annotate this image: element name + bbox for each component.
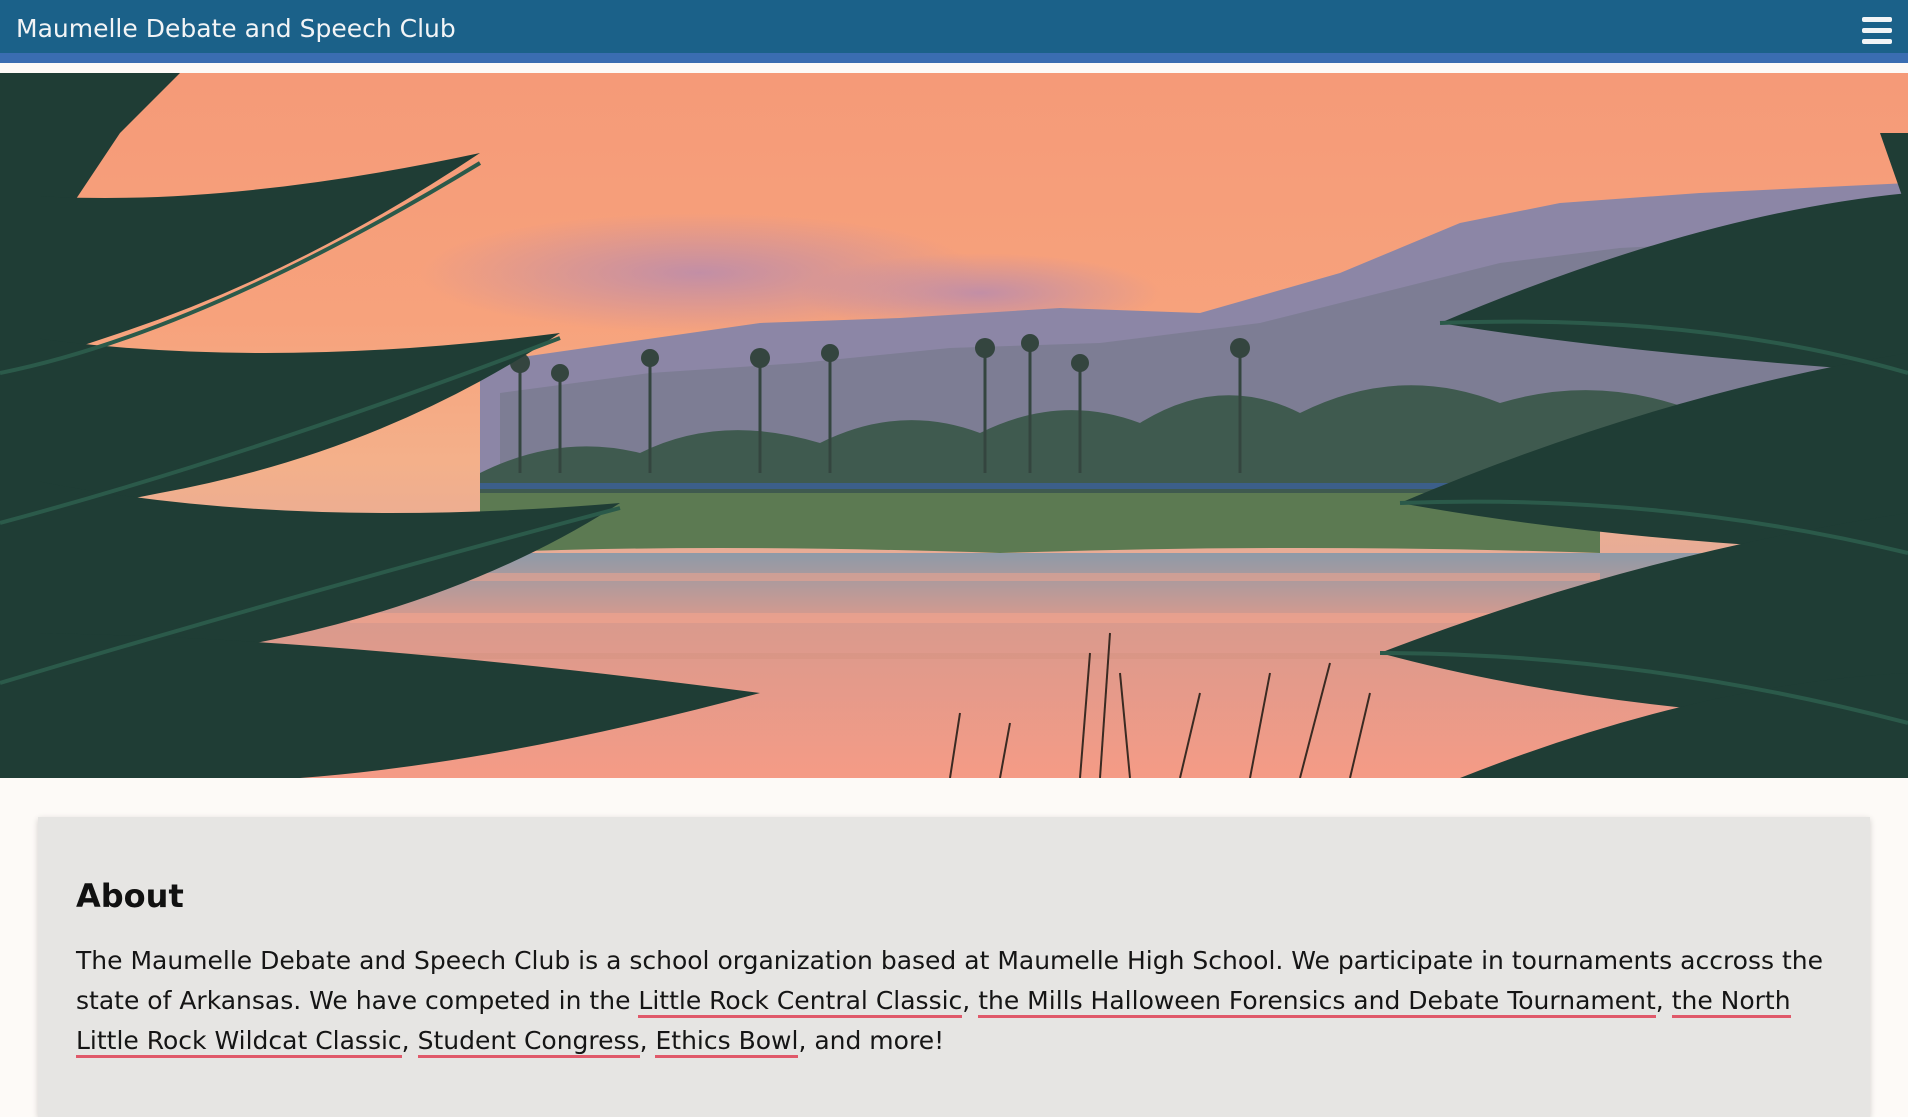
separator: , xyxy=(401,1026,418,1055)
link-mills-halloween-tournament[interactable]: the Mills Halloween Forensics and Debate… xyxy=(978,986,1656,1018)
link-student-congress[interactable]: Student Congress xyxy=(417,1026,640,1058)
about-card: About The Maumelle Debate and Speech Clu… xyxy=(38,817,1870,1117)
top-navbar: Maumelle Debate and Speech Club xyxy=(0,0,1908,63)
about-heading: About xyxy=(76,877,184,915)
about-outro-text: , and more! xyxy=(798,1026,945,1055)
sunset-lake-image xyxy=(0,73,1908,778)
hamburger-menu-icon[interactable] xyxy=(1862,17,1892,45)
site-title-link[interactable]: Maumelle Debate and Speech Club xyxy=(16,14,456,44)
hero-image xyxy=(0,73,1908,778)
separator: , xyxy=(962,986,979,1015)
link-ethics-bowl[interactable]: Ethics Bowl xyxy=(655,1026,799,1058)
separator: , xyxy=(1655,986,1672,1015)
about-paragraph: The Maumelle Debate and Speech Club is a… xyxy=(76,941,1856,1061)
separator: , xyxy=(639,1026,656,1055)
link-little-rock-central-classic[interactable]: Little Rock Central Classic xyxy=(638,986,963,1018)
